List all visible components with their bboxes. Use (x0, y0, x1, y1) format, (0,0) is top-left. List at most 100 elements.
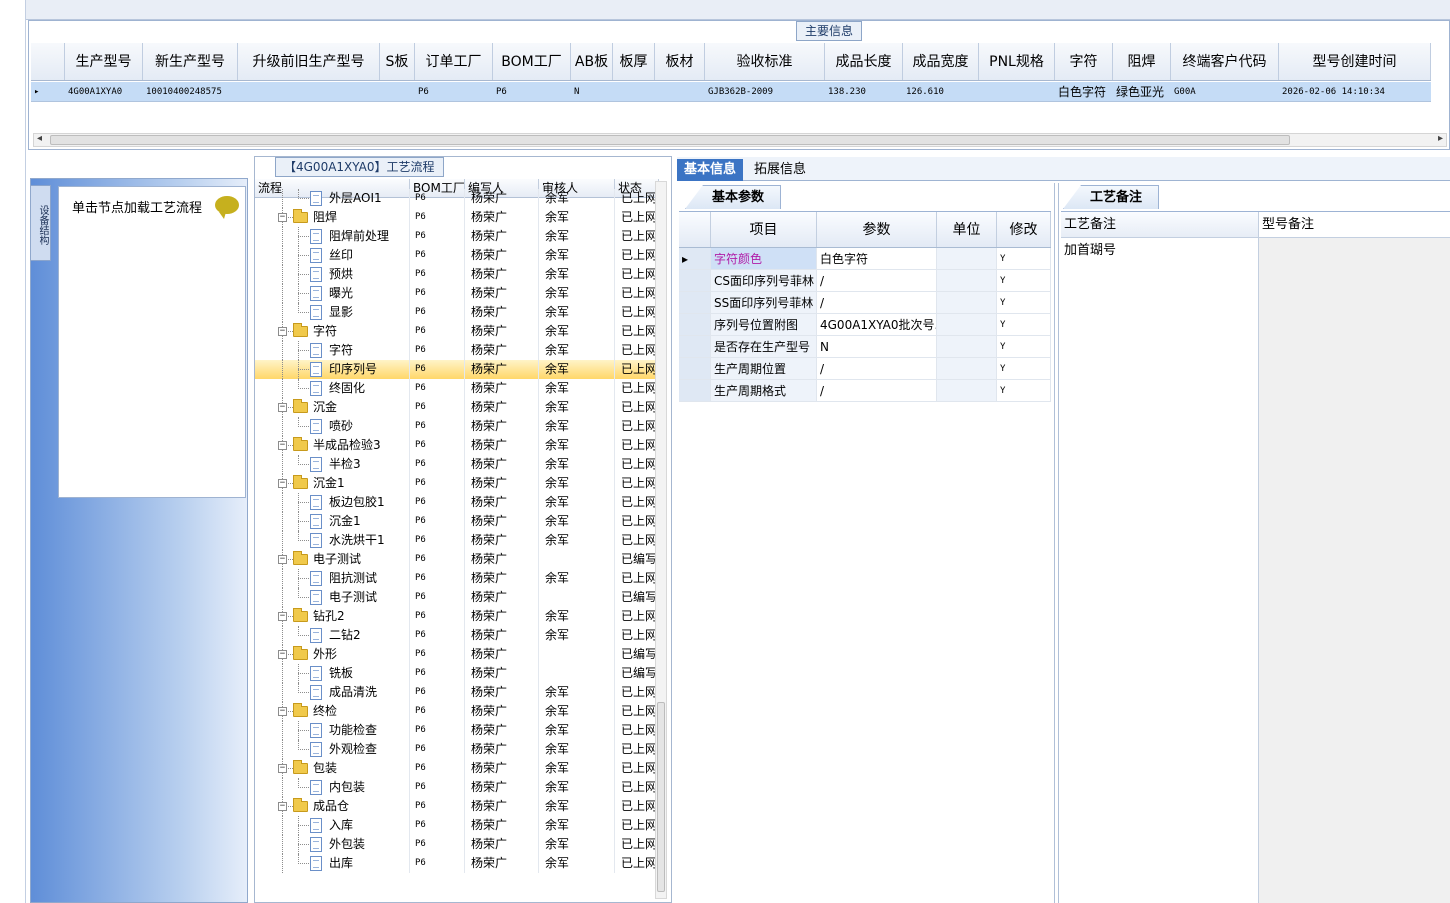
tree-node[interactable]: 水洗烘干1 (255, 531, 410, 550)
process-note-input[interactable]: 加首瑚号 (1061, 238, 1258, 259)
collapse-icon[interactable]: − (278, 650, 287, 659)
column-header[interactable]: 新生产型号 (143, 43, 238, 80)
grid-cell[interactable] (979, 82, 1055, 101)
tree-row[interactable]: − 沉金1 P6 杨荣广 余军 已上网 (255, 474, 659, 493)
column-header[interactable]: 终端客户代码 (1171, 43, 1279, 80)
vscroll-thumb[interactable] (657, 702, 665, 892)
tree-row[interactable]: − 阻焊 P6 杨荣广 余军 已上网 (255, 208, 659, 227)
param-modify[interactable]: Y (997, 358, 1051, 379)
tree-row[interactable]: 喷砂 P6 杨荣广 余军 已上网 (255, 417, 659, 436)
tree-row[interactable]: 板边包胶1 P6 杨荣广 余军 已上网 (255, 493, 659, 512)
tree-row[interactable]: 成品清洗 P6 杨荣广 余军 已上网 (255, 683, 659, 702)
hscroll-thumb[interactable] (50, 135, 1290, 145)
tree-node[interactable]: 显影 (255, 303, 410, 322)
tree-row[interactable]: 预烘 P6 杨荣广 余军 已上网 (255, 265, 659, 284)
tree-node[interactable]: − 沉金 (255, 398, 410, 417)
column-header[interactable]: 字符 (1055, 43, 1113, 80)
param-value[interactable]: / (817, 270, 937, 291)
tree-row[interactable]: − 沉金 P6 杨荣广 余军 已上网 (255, 398, 659, 417)
tree-node[interactable]: 出库 (255, 854, 410, 873)
param-modify[interactable]: Y (997, 380, 1051, 401)
tree-node[interactable]: − 电子测试 (255, 550, 410, 569)
param-modify[interactable]: Y (997, 248, 1051, 269)
tree-node[interactable]: 二钻2 (255, 626, 410, 645)
tree-row[interactable]: 半检3 P6 杨荣广 余军 已上网 (255, 455, 659, 474)
tree-node[interactable]: − 阻焊 (255, 208, 410, 227)
param-modify[interactable]: Y (997, 314, 1051, 335)
tree-node[interactable]: 终固化 (255, 379, 410, 398)
tree-row[interactable]: 曝光 P6 杨荣广 余军 已上网 (255, 284, 659, 303)
tree-node[interactable]: 入库 (255, 816, 410, 835)
grid-cell[interactable]: N (571, 82, 613, 101)
tree-row[interactable]: 印序列号 P6 杨荣广 余军 已上网 (255, 360, 659, 379)
collapse-icon[interactable]: − (278, 764, 287, 773)
tree-node[interactable]: 外层AOI1 (255, 189, 410, 208)
tree-node[interactable]: 阻焊前处理 (255, 227, 410, 246)
tree-node[interactable]: 丝印 (255, 246, 410, 265)
tree-row[interactable]: 功能检查 P6 杨荣广 余军 已上网 (255, 721, 659, 740)
collapse-icon[interactable]: − (278, 707, 287, 716)
column-header[interactable]: 板厚 (613, 43, 655, 80)
tree-node[interactable]: 外包装 (255, 835, 410, 854)
params-column-header[interactable]: 参数 (817, 212, 937, 247)
params-row[interactable]: ▸ 字符颜色 白色字符 Y (679, 248, 1051, 270)
grid-cell[interactable]: 4G00A1XYA0 (65, 82, 143, 101)
tree-row[interactable]: 阻焊前处理 P6 杨荣广 余军 已上网 (255, 227, 659, 246)
tree-row[interactable]: 内包装 P6 杨荣广 余军 已上网 (255, 778, 659, 797)
tree-row[interactable]: 丝印 P6 杨荣广 余军 已上网 (255, 246, 659, 265)
tree-node[interactable]: 半检3 (255, 455, 410, 474)
tree-row[interactable]: 入库 P6 杨荣广 余军 已上网 (255, 816, 659, 835)
params-column-header[interactable]: 单位 (937, 212, 997, 247)
tree-row[interactable]: 显影 P6 杨荣广 余军 已上网 (255, 303, 659, 322)
tree-node[interactable]: 沉金1 (255, 512, 410, 531)
grid-cell[interactable]: 10010400248575 (143, 82, 238, 101)
column-header[interactable]: AB板 (571, 43, 613, 80)
grid-cell[interactable] (613, 82, 655, 101)
tree-row[interactable]: − 字符 P6 杨荣广 余军 已上网 (255, 322, 659, 341)
tree-node[interactable]: 板边包胶1 (255, 493, 410, 512)
tree-node[interactable]: 曝光 (255, 284, 410, 303)
tree-row[interactable]: 字符 P6 杨荣广 余军 已上网 (255, 341, 659, 360)
column-header[interactable]: 成品长度 (825, 43, 903, 80)
tree-node[interactable]: − 成品仓 (255, 797, 410, 816)
tree-row[interactable]: 阻抗测试 P6 杨荣广 余军 已上网 (255, 569, 659, 588)
tree-row[interactable]: 沉金1 P6 杨荣广 余军 已上网 (255, 512, 659, 531)
collapse-icon[interactable]: − (278, 327, 287, 336)
tree-row[interactable]: 出库 P6 杨荣广 余军 已上网 (255, 854, 659, 873)
collapse-icon[interactable]: − (278, 441, 287, 450)
tree-row[interactable]: − 钻孔2 P6 杨荣广 余军 已上网 (255, 607, 659, 626)
param-modify[interactable]: Y (997, 270, 1051, 291)
grid-cell[interactable] (655, 82, 705, 101)
process-tree-vscrollbar[interactable] (655, 181, 667, 899)
param-value[interactable]: / (817, 380, 937, 401)
tree-row[interactable]: 电子测试 P6 杨荣广 已编写 (255, 588, 659, 607)
column-header[interactable]: 板材 (655, 43, 705, 80)
tree-row[interactable]: − 电子测试 P6 杨荣广 已编写 (255, 550, 659, 569)
collapse-icon[interactable]: − (278, 479, 287, 488)
grid-cell[interactable]: 白色字符 (1055, 82, 1113, 101)
tree-row[interactable]: 水洗烘干1 P6 杨荣广 余军 已上网 (255, 531, 659, 550)
grid-cell[interactable]: P6 (415, 82, 493, 101)
tree-node[interactable]: 成品清洗 (255, 683, 410, 702)
tree-row[interactable]: 二钻2 P6 杨荣广 余军 已上网 (255, 626, 659, 645)
tab-basic-info[interactable]: 基本信息 (677, 159, 744, 181)
tab-extended-info[interactable]: 拓展信息 (747, 159, 813, 181)
param-value[interactable]: N (817, 336, 937, 357)
collapse-icon[interactable]: − (278, 555, 287, 564)
param-value[interactable]: / (817, 358, 937, 379)
column-header[interactable]: S板 (380, 43, 415, 80)
column-header[interactable]: 验收标准 (705, 43, 825, 80)
column-header[interactable]: 成品宽度 (903, 43, 979, 80)
grid-cell[interactable] (238, 82, 380, 101)
tree-node[interactable]: − 包装 (255, 759, 410, 778)
tree-node[interactable]: − 半成品检验3 (255, 436, 410, 455)
tab-process-notes[interactable]: 工艺备注 (1063, 185, 1160, 209)
main-grid-hscrollbar[interactable]: ◂ ▸ (33, 133, 1447, 147)
params-column-header[interactable]: 项目 (711, 212, 817, 247)
column-header[interactable]: PNL规格 (979, 43, 1055, 80)
grid-cell[interactable]: 138.230 (825, 82, 903, 101)
tree-row[interactable]: − 半成品检验3 P6 杨荣广 余军 已上网 (255, 436, 659, 455)
collapse-icon[interactable]: − (278, 802, 287, 811)
column-header[interactable]: BOM工厂 (493, 43, 571, 80)
tree-row[interactable]: 终固化 P6 杨荣广 余军 已上网 (255, 379, 659, 398)
